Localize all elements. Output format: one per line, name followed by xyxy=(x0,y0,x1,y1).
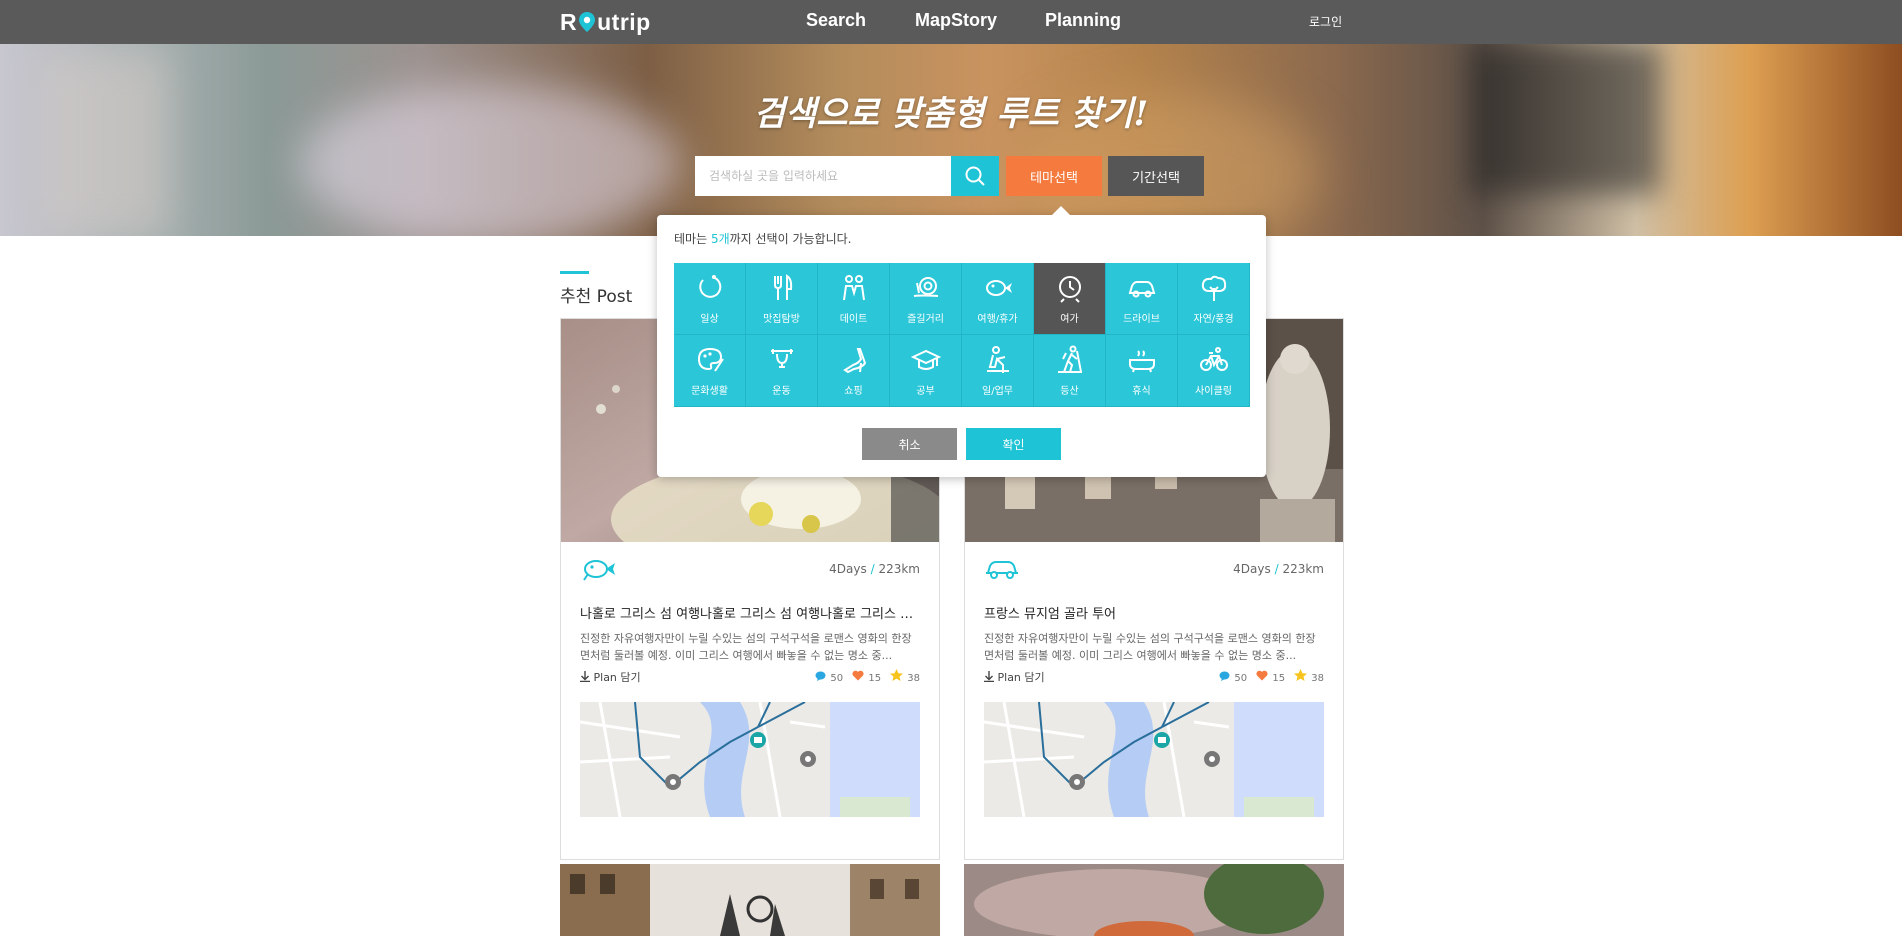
car-icon xyxy=(1128,281,1156,298)
route-map[interactable] xyxy=(984,702,1324,817)
comment-icon xyxy=(1219,671,1230,681)
section-title: 추천 Post xyxy=(560,287,633,307)
login-link[interactable]: 로그인 xyxy=(1309,13,1342,30)
post-photo[interactable] xyxy=(560,864,940,936)
theme-tile-date[interactable]: 데이트 xyxy=(818,263,890,335)
post-title[interactable]: 나홀로 그리스 섬 여행나홀로 그리스 섬 여행나홀로 그리스 섬 여행 xyxy=(580,603,920,622)
airplane-fish-icon xyxy=(583,560,615,581)
cancel-button[interactable]: 취소 xyxy=(862,428,957,460)
theme-tile-rest[interactable]: 휴식 xyxy=(1106,335,1178,407)
worker-icon xyxy=(987,346,1009,373)
theme-tile-fun[interactable]: 즐길거리 xyxy=(890,263,962,335)
theme-tile-drive[interactable]: 드라이브 xyxy=(1106,263,1178,335)
plan-add-button[interactable]: Plan 담기 xyxy=(580,669,641,685)
download-icon xyxy=(580,671,590,683)
theme-tile-nature[interactable]: 자연/풍경 xyxy=(1178,263,1250,335)
heart-icon xyxy=(852,670,864,681)
post-photo[interactable] xyxy=(964,864,1344,936)
couple-icon xyxy=(843,275,865,301)
daily-icon xyxy=(699,275,722,298)
download-icon xyxy=(984,671,994,683)
theme-tile-daily[interactable]: 일상 xyxy=(674,263,746,335)
theme-tile-restaurant[interactable]: 맛집탐방 xyxy=(746,263,818,335)
theme-notice: 테마는 5개까지 선택이 가능합니다. xyxy=(674,232,852,246)
bathtub-icon xyxy=(1129,350,1155,373)
confirm-button[interactable]: 확인 xyxy=(966,428,1061,460)
search-button[interactable] xyxy=(951,156,999,196)
search-input[interactable] xyxy=(695,156,951,196)
route-map[interactable] xyxy=(580,702,920,817)
nav-search[interactable]: Search xyxy=(806,10,866,31)
logo[interactable]: Rutrip xyxy=(560,9,651,36)
hero-title: 검색으로 맞춤형 루트 찾기! xyxy=(753,94,1149,134)
post-description: 진정한 자유여행자만이 누릴 수있는 섬의 구석구석을 로맨스 영화의 한장면처… xyxy=(580,632,912,662)
clock-icon xyxy=(1059,276,1081,303)
star-icon xyxy=(890,669,904,681)
theme-tile-shopping[interactable]: 쇼핑 xyxy=(818,335,890,407)
comment-icon xyxy=(815,671,826,681)
fork-knife-icon xyxy=(774,274,793,300)
theme-tile-cycling[interactable]: 사이클링 xyxy=(1178,335,1250,407)
post-title[interactable]: 프랑스 뮤지엄 골라 투어 xyxy=(984,603,1324,622)
nav-mapstory[interactable]: MapStory xyxy=(915,10,997,31)
airplane-fish-icon xyxy=(986,280,1012,296)
graduation-cap-icon xyxy=(911,349,941,370)
theme-tile-hiking[interactable]: 등산 xyxy=(1034,335,1106,407)
nav-planning[interactable]: Planning xyxy=(1045,10,1121,31)
theme-select-popup: 테마는 5개까지 선택이 가능합니다. 일상 맛집탐방 데이트 즐길거리 여행/… xyxy=(657,206,1266,477)
star-icon xyxy=(1294,669,1308,681)
trip-meta: 4Days / 223km xyxy=(829,562,920,576)
theme-tile-culture[interactable]: 문화생활 xyxy=(674,335,746,407)
map-pin-icon xyxy=(579,12,596,32)
hiking-icon xyxy=(1058,345,1082,373)
heart-icon xyxy=(1256,670,1268,681)
post-stats: 50 15 38 xyxy=(1219,669,1324,684)
theme-tile-leisure[interactable]: 여가 xyxy=(1034,263,1106,335)
section-accent xyxy=(560,271,589,274)
snail-icon xyxy=(913,277,939,297)
period-select-button[interactable]: 기간선택 xyxy=(1108,156,1204,196)
heel-shoe-icon xyxy=(843,348,867,374)
logo-text: R xyxy=(560,9,578,35)
car-icon xyxy=(986,561,1018,579)
theme-tile-exercise[interactable]: 운동 xyxy=(746,335,818,407)
theme-grid: 일상 맛집탐방 데이트 즐길거리 여행/휴가 여가 드라이브 자연/풍경 문화생… xyxy=(674,263,1250,407)
trip-meta: 4Days / 223km xyxy=(1233,562,1324,576)
tree-icon xyxy=(1201,275,1227,301)
top-nav: Rutrip Search MapStory Planning 로그인 xyxy=(0,0,1902,44)
theme-tile-work[interactable]: 일/업무 xyxy=(962,335,1034,407)
plan-add-button[interactable]: Plan 담기 xyxy=(984,669,1045,685)
post-stats: 50 15 38 xyxy=(815,669,920,684)
bicycle-icon xyxy=(1200,347,1228,371)
theme-tile-study[interactable]: 공부 xyxy=(890,335,962,407)
search-icon xyxy=(965,166,985,186)
post-description: 진정한 자유여행자만이 누릴 수있는 섬의 구석구석을 로맨스 영화의 한장면처… xyxy=(984,632,1316,662)
dumbbell-icon xyxy=(771,349,793,368)
theme-tile-travel[interactable]: 여행/휴가 xyxy=(962,263,1034,335)
hero-banner: 검색으로 맞춤형 루트 찾기! 테마선택 기간선택 xyxy=(0,44,1902,236)
theme-select-button[interactable]: 테마선택 xyxy=(1006,156,1102,196)
palette-icon xyxy=(697,347,724,372)
